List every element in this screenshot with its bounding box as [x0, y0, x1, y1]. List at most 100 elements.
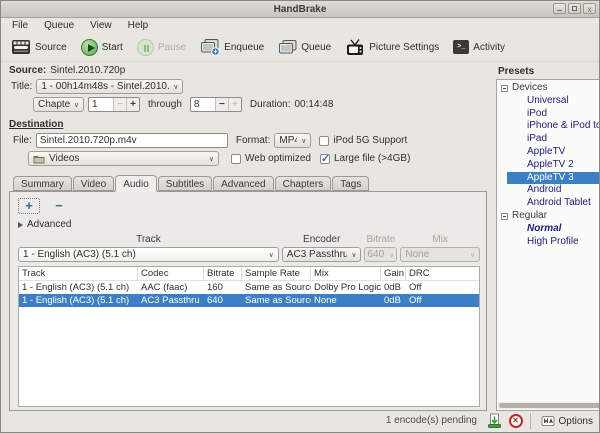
preset-item-appletv-2[interactable]: AppleTV 2: [497, 159, 600, 172]
tree-collapse-icon[interactable]: [501, 85, 508, 92]
tab-video[interactable]: Video: [73, 176, 114, 191]
chapters-mode-value: Chapters:: [38, 99, 70, 110]
large-file-checkbox[interactable]: [320, 154, 330, 164]
column-header-drc[interactable]: DRC: [406, 267, 479, 280]
menu-queue[interactable]: Queue: [36, 18, 82, 33]
options-button[interactable]: Options: [538, 414, 596, 428]
menu-file[interactable]: File: [4, 18, 36, 33]
start-button-label: Start: [102, 42, 123, 53]
encoder-dropdown[interactable]: AC3 Passthru: [282, 247, 362, 262]
minus-icon[interactable]: −: [113, 98, 126, 111]
preset-group-label: Regular: [512, 210, 547, 223]
picture-settings-button[interactable]: Picture Settings: [340, 37, 444, 58]
preset-item-normal[interactable]: Normal: [497, 223, 600, 236]
preset-group-regular[interactable]: Regular: [497, 210, 600, 223]
preset-item-android-tablet[interactable]: Android Tablet: [497, 197, 600, 210]
destination-folder-dropdown[interactable]: Videos: [28, 151, 219, 166]
tab-advanced[interactable]: Advanced: [213, 176, 273, 191]
audio-track-row-selected[interactable]: 1 - English (AC3) (5.1 ch) AC3 Passthru …: [19, 294, 479, 307]
mix-value: None: [405, 249, 429, 260]
encoder-value: AC3 Passthru: [287, 249, 348, 260]
column-header-bitrate[interactable]: Bitrate: [204, 267, 242, 280]
minus-icon[interactable]: −: [215, 98, 228, 111]
pause-button-label: Pause: [158, 42, 186, 53]
tab-chapters[interactable]: Chapters: [275, 176, 332, 191]
column-header-codec[interactable]: Codec: [138, 267, 204, 280]
maximize-button[interactable]: [568, 3, 581, 14]
audio-track-value: 1 - English (AC3) (5.1 ch): [23, 249, 136, 260]
audio-track-list: Track Codec Bitrate Sample Rate Mix Gain…: [18, 266, 480, 407]
destination-file-input[interactable]: [36, 133, 228, 148]
title-dropdown[interactable]: 1 - 00h14m48s - Sintel.2010.720p: [36, 79, 183, 94]
chevron-down-icon: [269, 251, 274, 259]
cell-bitrate: 640: [204, 294, 242, 307]
column-header-track[interactable]: Track: [19, 267, 138, 280]
terminal-icon: >_: [453, 40, 469, 54]
column-header-sample-rate[interactable]: Sample Rate: [242, 267, 311, 280]
chapter-end-value: 8: [191, 98, 215, 111]
preset-item-universal[interactable]: Universal: [497, 95, 600, 108]
chevron-down-icon: [173, 83, 178, 91]
chevron-down-icon: [470, 251, 475, 259]
ipod-support-checkbox[interactable]: [319, 136, 329, 146]
close-button[interactable]: x: [583, 3, 596, 14]
minimize-button[interactable]: [553, 3, 566, 14]
chapter-end-spinner[interactable]: 8 − +: [190, 97, 242, 112]
preset-group-devices[interactable]: Devices: [497, 82, 600, 95]
cell-mix: None: [311, 294, 381, 307]
preset-item-android[interactable]: Android: [497, 184, 600, 197]
plus-icon[interactable]: +: [126, 98, 139, 111]
column-header-mix[interactable]: Mix: [311, 267, 381, 280]
menu-help[interactable]: Help: [120, 18, 157, 33]
settings-tabs: Summary Video Audio Subtitles Advanced C…: [9, 174, 487, 191]
bitrate-value: 640: [367, 249, 384, 260]
save-preset-icon[interactable]: [487, 413, 502, 429]
tab-subtitles[interactable]: Subtitles: [158, 176, 212, 191]
add-audio-track-button[interactable]: +: [18, 198, 40, 214]
advanced-expander[interactable]: Advanced: [18, 218, 480, 231]
menu-view[interactable]: View: [82, 18, 120, 33]
activity-button[interactable]: >_ Activity: [448, 38, 510, 56]
horizontal-scrollbar[interactable]: [498, 402, 600, 409]
preset-item-high-profile[interactable]: High Profile: [497, 236, 600, 249]
chapter-start-spinner[interactable]: 1 − +: [88, 97, 140, 112]
scrollbar-thumb[interactable]: [499, 403, 600, 408]
enqueue-button[interactable]: Enqueue: [195, 36, 269, 58]
mix-dropdown: None: [400, 247, 480, 262]
tree-collapse-icon[interactable]: [501, 213, 508, 220]
duration-value: 00:14:48: [295, 99, 334, 110]
tv-icon: [345, 39, 365, 56]
cell-gain: 0dB: [381, 294, 406, 307]
queue-button[interactable]: Queue: [273, 37, 336, 57]
chevron-down-icon: [351, 251, 356, 259]
chapters-mode-dropdown[interactable]: Chapters:: [33, 97, 84, 112]
source-value: Sintel.2010.720p: [50, 65, 125, 76]
separator: [530, 413, 531, 429]
cell-codec: AC3 Passthru: [138, 294, 204, 307]
preset-item-iphone-ipod-touch[interactable]: iPhone & iPod touch: [497, 120, 600, 133]
handbrake-window: HandBrake x File Queue View Help Source: [0, 0, 600, 433]
preset-item-ipad[interactable]: iPad: [497, 133, 600, 146]
track-selector-label: Track: [18, 234, 279, 246]
tab-summary[interactable]: Summary: [13, 176, 72, 191]
web-optimized-checkbox[interactable]: [231, 154, 241, 164]
format-dropdown[interactable]: MP4: [274, 133, 311, 148]
preset-item-appletv-3[interactable]: AppleTV 3: [507, 172, 600, 185]
preset-item-ipod[interactable]: iPod: [497, 108, 600, 121]
start-button[interactable]: Start: [76, 37, 128, 58]
audio-track-dropdown[interactable]: 1 - English (AC3) (5.1 ch): [18, 247, 279, 262]
tab-tags[interactable]: Tags: [332, 176, 369, 191]
bitrate-dropdown: 640: [364, 247, 397, 262]
tab-audio[interactable]: Audio: [115, 175, 157, 192]
preset-item-appletv[interactable]: AppleTV: [497, 146, 600, 159]
plus-icon[interactable]: +: [228, 98, 241, 111]
web-optimized-label: Web optimized: [245, 153, 311, 164]
remove-audio-track-button[interactable]: −: [48, 198, 70, 214]
presets-tree: Devices Universal iPod iPhone & iPod tou…: [496, 79, 600, 411]
source-button[interactable]: Source: [6, 37, 72, 57]
column-header-gain[interactable]: Gain: [381, 267, 406, 280]
audio-track-row[interactable]: 1 - English (AC3) (5.1 ch) AAC (faac) 16…: [19, 281, 479, 294]
delete-preset-icon[interactable]: [509, 414, 523, 428]
through-label: through: [148, 99, 182, 110]
file-label: File:: [13, 135, 32, 146]
